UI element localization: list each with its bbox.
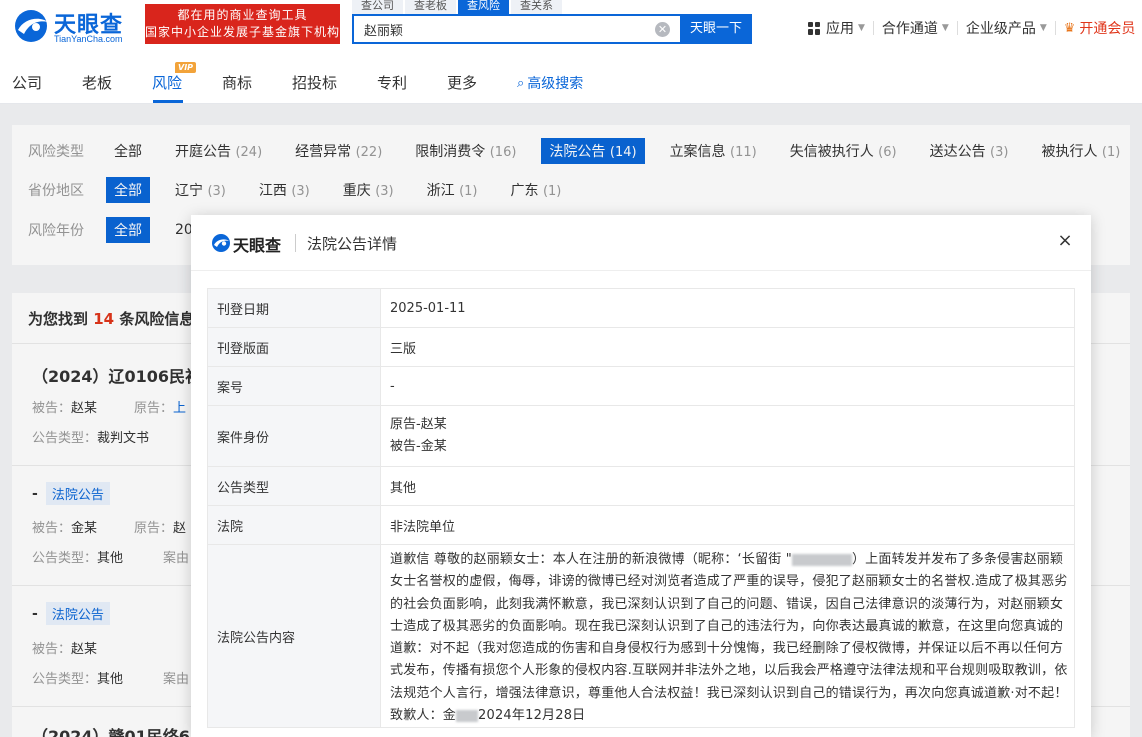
top-header: 天眼查 TianYanCha.com 都在用的商业查询工具 国家中小企业发展子基…	[0, 0, 1142, 58]
detail-value: 三版	[380, 327, 1075, 367]
slogan-banner[interactable]: 都在用的商业查询工具 国家中小企业发展子基金旗下机构	[145, 4, 340, 44]
detail-value: 原告-赵某 被告-金某	[380, 405, 1075, 467]
search-box: ✕	[352, 14, 680, 44]
apps-grid-icon	[808, 21, 821, 35]
header-divider	[295, 234, 296, 252]
modal-logo: 天眼查	[211, 233, 293, 255]
nav-app[interactable]: 应用 ▼	[800, 18, 873, 38]
tab-search-company[interactable]: 查公司	[352, 0, 403, 14]
detail-value: -	[380, 366, 1075, 406]
nav-app-label: 应用	[826, 21, 854, 37]
clear-search-icon[interactable]: ✕	[655, 22, 670, 37]
detail-key: 法院公告内容	[207, 543, 381, 729]
detail-key: 刊登版面	[207, 327, 381, 367]
tab-search-relation[interactable]: 查关系	[511, 0, 562, 14]
top-nav: 应用 ▼ 合作通道 ▼ 企业级产品 ▼ ♛ 开通会员	[800, 18, 1135, 38]
logo-eye-icon	[212, 234, 230, 252]
advanced-search-label: 高级搜索	[527, 76, 584, 92]
detail-value: 2025-01-11	[380, 288, 1075, 328]
slogan-line-1: 都在用的商业查询工具	[177, 8, 308, 22]
search-button[interactable]: 天眼一下	[680, 14, 752, 44]
nav-item-more[interactable]: 更多	[447, 72, 477, 93]
active-tab-underline	[153, 100, 183, 103]
notice-content-part: 道歉信 尊敬的赵丽颖女士：本人在注册的新浪微博（昵称：‘长留街 "	[390, 552, 792, 567]
nav-item-advanced-search[interactable]: ⌕ 高级搜索	[517, 73, 583, 93]
modal-logo-text: 天眼查	[233, 236, 282, 255]
nav-item-patent[interactable]: 专利	[377, 72, 407, 93]
chevron-down-icon: ▼	[858, 23, 865, 33]
notice-content-part: ）上面转发并发布了多条侵害赵丽颖女士名誉权的虚假，侮辱，诽谤的微博已经对浏览者造…	[390, 552, 1068, 724]
nav-item-company[interactable]: 公司	[12, 72, 42, 93]
redacted-block	[791, 553, 852, 566]
detail-key: 法院	[207, 505, 381, 545]
party-defendant: 被告-金某	[390, 439, 447, 454]
notice-content: 道歉信 尊敬的赵丽颖女士：本人在注册的新浪微博（昵称：‘长留街 " ）上面转发并发…	[390, 545, 1068, 727]
close-icon[interactable]: ×	[1055, 231, 1075, 251]
logo-domain: TianYanCha.com	[54, 34, 123, 44]
category-nav: 公司 老板 风险 VIP 商标 招投标 专利 更多 ⌕ 高级搜索	[0, 58, 1142, 104]
detail-row: 法院 非法院单位	[207, 505, 1075, 545]
search-input[interactable]	[354, 16, 644, 42]
nav-partner[interactable]: 合作通道 ▼	[874, 18, 957, 38]
modal-title: 法院公告详情	[307, 235, 398, 253]
detail-row: 刊登日期 2025-01-11	[207, 288, 1075, 328]
detail-table: 刊登日期 2025-01-11 刊登版面 三版 案号 - 案件身份 原告-赵某 …	[207, 288, 1075, 729]
nav-item-trademark[interactable]: 商标	[222, 72, 252, 93]
advanced-search-icon: ⌕	[517, 75, 525, 91]
detail-row: 案件身份 原告-赵某 被告-金某	[207, 405, 1075, 467]
site-logo[interactable]: 天眼查 TianYanCha.com	[12, 6, 138, 46]
court-notice-modal: 天眼查 法院公告详情 × 刊登日期 2025-01-11 刊登版面 三版 案号 …	[191, 215, 1091, 737]
detail-row: 案号 -	[207, 366, 1075, 406]
party-plaintiff: 原告-赵某	[390, 417, 447, 432]
detail-value: 道歉信 尊敬的赵丽颖女士：本人在注册的新浪微博（昵称：‘长留街 " ）上面转发并发…	[380, 543, 1075, 729]
nav-partner-label: 合作通道	[881, 21, 938, 37]
nav-item-bidding[interactable]: 招投标	[292, 72, 337, 93]
open-vip-label: 开通会员	[1079, 21, 1136, 37]
detail-value: 其他	[380, 466, 1075, 506]
modal-header: 天眼查 法院公告详情 ×	[191, 215, 1091, 271]
search-type-tabs: 查公司 查老板 查风险 查关系	[352, 0, 564, 14]
detail-key: 案号	[207, 366, 381, 406]
vip-badge: VIP	[175, 62, 197, 73]
nav-item-risk[interactable]: 风险	[152, 72, 182, 93]
chevron-down-icon: ▼	[941, 23, 949, 33]
nav-item-boss[interactable]: 老板	[82, 72, 112, 93]
redacted-block	[456, 709, 479, 722]
nav-enterprise-label: 企业级产品	[965, 21, 1036, 37]
chevron-down-icon: ▼	[1039, 23, 1047, 33]
tab-search-boss[interactable]: 查老板	[405, 0, 456, 14]
detail-key: 刊登日期	[207, 288, 381, 328]
detail-row: 刊登版面 三版	[207, 327, 1075, 367]
detail-row: 公告类型 其他	[207, 466, 1075, 506]
detail-key: 案件身份	[207, 405, 381, 467]
detail-value: 非法院单位	[380, 505, 1075, 545]
detail-key: 公告类型	[207, 466, 381, 506]
tab-search-risk[interactable]: 查风险	[458, 0, 509, 14]
nav-enterprise[interactable]: 企业级产品 ▼	[958, 18, 1055, 38]
logo-eye-icon	[15, 10, 48, 42]
notice-content-part: 2024年12月28日	[478, 708, 586, 724]
slogan-line-2: 国家中小企业发展子基金旗下机构	[145, 25, 341, 39]
crown-icon: ♛	[1063, 20, 1076, 36]
open-vip-link[interactable]: ♛ 开通会员	[1056, 18, 1136, 38]
detail-row: 法院公告内容 道歉信 尊敬的赵丽颖女士：本人在注册的新浪微博（昵称：‘长留街 "…	[207, 543, 1075, 729]
